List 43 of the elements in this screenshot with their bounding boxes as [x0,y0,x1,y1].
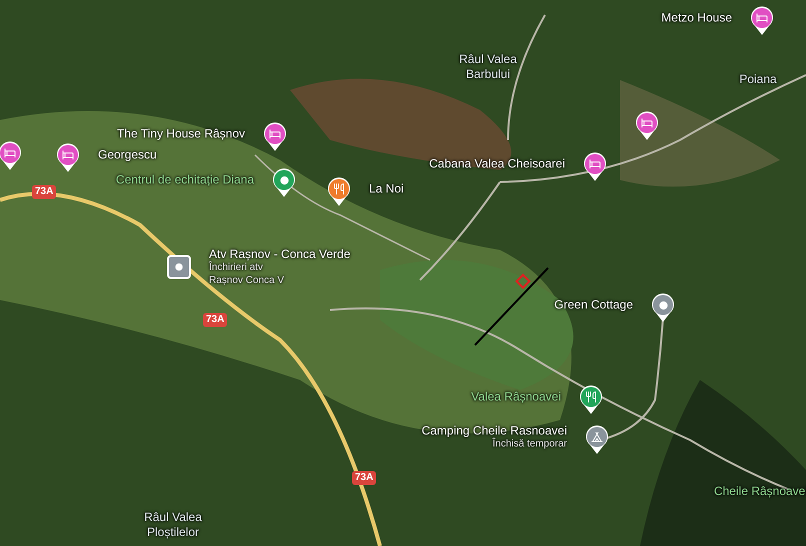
place-label: Centrul de echitație Diana [116,172,254,188]
place-label: The Tiny House Râșnov [116,126,245,142]
road-number-sign: 73A [203,313,228,327]
map-pin[interactable] [585,425,609,455]
place-note: Închirieri atv Rașnov Conca V [209,262,286,287]
place-label: Georgescu [98,148,157,162]
place-label: Cabana Valea Cheisoarei [429,156,565,172]
area-label: Râul Valea Ploștilelor [143,510,203,540]
dot-icon [280,176,288,184]
area-label: Cheile Râșnoavei [712,484,806,499]
dot-icon [175,263,183,271]
area-label: Râul Valea Barbului [458,52,518,82]
map-pin[interactable] [635,111,659,141]
place-label: La Noi [369,182,404,196]
fork-knife-icon [585,391,597,403]
dot-icon [658,300,668,310]
map-pin[interactable] [56,143,80,173]
place-label: Metzo House [661,10,732,26]
place-marker[interactable] [167,255,191,279]
bed-icon [269,128,281,140]
map-pin[interactable] [750,6,774,36]
place-label: Camping Cheile Rasnoavei [422,423,567,438]
map-pin[interactable] [579,385,603,415]
map-pin[interactable] [272,168,296,198]
tent-icon [591,431,603,443]
road-number-sign: 73A [352,471,376,485]
bed-icon [641,117,653,129]
map-pin[interactable] [651,293,675,323]
map-pin[interactable] [0,141,22,171]
map-pin[interactable] [583,152,607,182]
place-label: Green Cottage [554,298,633,312]
area-label: Poiana [738,72,778,87]
map-pin[interactable] [263,122,287,152]
bed-icon [62,149,74,161]
fork-knife-icon [333,183,345,195]
place-label: Atv Rașnov - Conca Verde [209,247,350,261]
bed-icon [4,147,16,159]
bed-icon [589,158,601,170]
road-number-sign: 73A [32,185,56,199]
bed-icon [756,12,768,24]
place-label: Valea Râșnoavei [471,390,561,404]
map-pin[interactable] [327,177,351,207]
place-note: Închisă temporar [492,438,567,451]
